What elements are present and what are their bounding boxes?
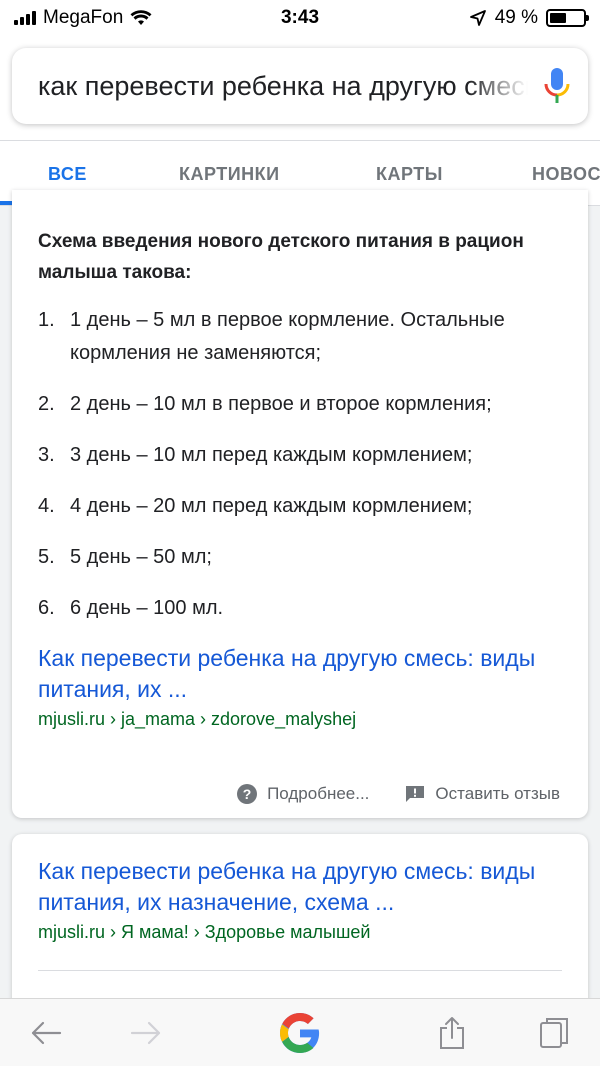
snippet-heading: Схема введения нового детского питания в… [38, 231, 524, 283]
featured-snippet-card: Схема введения нового детского питания в… [12, 190, 588, 818]
list-number: 5. [38, 546, 55, 568]
list-text: 6 день – 100 мл. [70, 597, 224, 619]
list-text: 1 день – 5 мл в первое кормление. Осталь… [70, 309, 505, 364]
list-number: 4. [38, 495, 55, 517]
tabs-button[interactable] [528, 1007, 580, 1059]
share-button[interactable] [426, 1007, 478, 1059]
battery-percent: 49 % [494, 7, 538, 28]
list-item: 2. 2 день – 10 мл в первое и второе кормл… [38, 388, 562, 421]
search-header: как перевести ребенка на другую смесь [0, 36, 600, 140]
more-info-button[interactable]: ? Подробнее... [237, 784, 369, 804]
list-number: 2. [38, 393, 55, 415]
list-item: 4. 4 день – 20 мл перед каждым кормлением… [38, 490, 562, 523]
question-icon: ? [237, 784, 258, 804]
result-url[interactable]: mjusli.ru › Я мама! › Здоровье малышей [38, 918, 562, 946]
list-item: 5. 5 день – 50 мл; [38, 541, 562, 574]
status-left: MegaFon [14, 7, 152, 29]
browser-toolbar [0, 998, 600, 1066]
share-icon [440, 1017, 464, 1049]
result-link[interactable]: Как перевести ребенка на другую смесь: в… [38, 856, 562, 918]
search-input[interactable]: как перевести ребенка на другую смесь [38, 70, 528, 102]
status-right: 49 % [469, 7, 589, 29]
feedback-button[interactable]: Оставить отзыв [405, 784, 560, 804]
arrow-right-icon [130, 1021, 161, 1045]
list-number: 6. [38, 597, 55, 619]
list-text: 4 день – 20 мл перед каждым кормлением; [70, 495, 473, 517]
more-info-label: Подробнее... [267, 784, 370, 803]
snippet-list: 1. 1 день – 5 мл в первое кормление. Оста… [38, 304, 562, 625]
list-item: 6. 6 день – 100 мл. [38, 592, 562, 625]
list-number: 1. [38, 309, 55, 331]
arrow-left-icon [31, 1021, 62, 1045]
google-home-button[interactable] [274, 1007, 326, 1059]
microphone-icon[interactable] [542, 66, 572, 106]
forward-button[interactable] [120, 1007, 172, 1059]
search-box[interactable]: как перевести ребенка на другую смесь [12, 48, 588, 124]
list-text: 3 день – 10 мл перед каждым кормлением; [70, 444, 473, 466]
tabs-icon [540, 1018, 568, 1048]
list-item: 1. 1 день – 5 мл в первое кормление. Оста… [38, 304, 562, 370]
list-text: 2 день – 10 мл в первое и второе кормлен… [70, 393, 492, 415]
snippet-feedback-row: ? Подробнее... Оставить отзыв [237, 784, 560, 804]
battery-icon [546, 9, 589, 27]
back-button[interactable] [20, 1007, 72, 1059]
snippet-result-url[interactable]: mjusli.ru › ja_mama › zdorove_malyshej [38, 705, 562, 733]
status-bar: MegaFon 3:43 49 % [0, 0, 600, 36]
list-text: 5 день – 50 мл; [70, 546, 212, 568]
battery-fill [550, 13, 566, 23]
snippet-result-link[interactable]: Как перевести ребенка на другую смесь: в… [38, 643, 562, 705]
list-item: 3. 3 день – 10 мл перед каждым кормлением… [38, 439, 562, 472]
feedback-icon [406, 786, 425, 802]
signal-icon [14, 11, 36, 25]
google-g-logo-icon [280, 1013, 320, 1053]
location-arrow-icon [469, 10, 486, 26]
list-number: 3. [38, 444, 55, 466]
feedback-label: Оставить отзыв [435, 784, 560, 803]
carrier-name: MegaFon [43, 7, 124, 28]
wifi-icon [130, 10, 152, 25]
divider [38, 970, 562, 971]
